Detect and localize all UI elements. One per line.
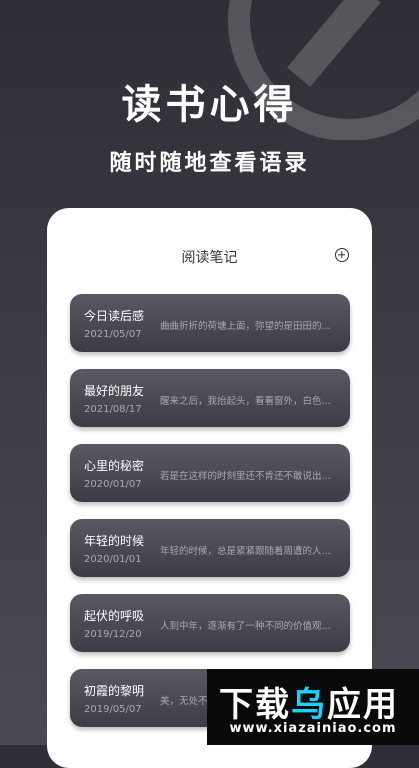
watermark-part2: 乌 — [291, 685, 327, 725]
note-date: 2019/05/07 — [84, 704, 142, 715]
note-card[interactable]: 心里的秘密 2020/01/07 若是在这样的时刻里还不肯还不敢说出... — [70, 444, 350, 502]
watermark-part3: 应用 — [327, 685, 399, 725]
watermark-part1: 下载 — [219, 685, 291, 725]
watermark-url: www.xiazainiao.com — [229, 721, 397, 736]
note-preview: 曲曲折折的荷塘上面，弥望的是田田的... — [160, 321, 331, 332]
note-preview: 若是在这样的时刻里还不肯还不敢说出... — [160, 471, 331, 482]
note-title: 初霞的黎明 — [84, 684, 145, 698]
note-title: 年轻的时候 — [84, 534, 145, 548]
note-date: 2019/12/20 — [84, 629, 142, 640]
note-preview: 年轻的时候，总是紧紧跟随着周遭的人... — [160, 546, 331, 557]
note-title: 心里的秘密 — [84, 459, 145, 473]
note-date: 2021/08/17 — [84, 404, 142, 415]
screen-title: 阅读笔记 — [181, 250, 238, 266]
note-preview: 人到中年，逐渐有了一种不同的价值观... — [160, 621, 331, 632]
note-date: 2021/05/07 — [84, 329, 142, 340]
note-date: 2020/01/07 — [84, 479, 142, 490]
watermark-logo: 下载乌应用 www.xiazainiao.com — [207, 669, 419, 745]
note-date: 2020/01/01 — [84, 554, 142, 565]
note-card[interactable]: 今日读后感 2021/05/07 曲曲折折的荷塘上面，弥望的是田田的... — [70, 294, 350, 352]
note-title: 起伏的呼吸 — [84, 609, 145, 623]
note-title: 最好的朋友 — [84, 384, 145, 398]
plus-circle-icon[interactable] — [335, 248, 349, 262]
note-title: 今日读后感 — [84, 309, 145, 323]
hero-title: 读书心得 — [121, 82, 298, 128]
note-card[interactable]: 起伏的呼吸 2019/12/20 人到中年，逐渐有了一种不同的价值观... — [70, 594, 350, 652]
watermark-text: 下载乌应用 — [219, 677, 399, 726]
note-card[interactable]: 最好的朋友 2021/08/17 醒来之后，我抬起头，看看窗外，白色... — [70, 369, 350, 427]
hero-subtitle: 随时随地查看语录 — [109, 151, 310, 176]
note-card[interactable]: 年轻的时候 2020/01/01 年轻的时候，总是紧紧跟随着周遭的人... — [70, 519, 350, 577]
note-preview: 醒来之后，我抬起头，看看窗外，白色... — [160, 396, 331, 407]
